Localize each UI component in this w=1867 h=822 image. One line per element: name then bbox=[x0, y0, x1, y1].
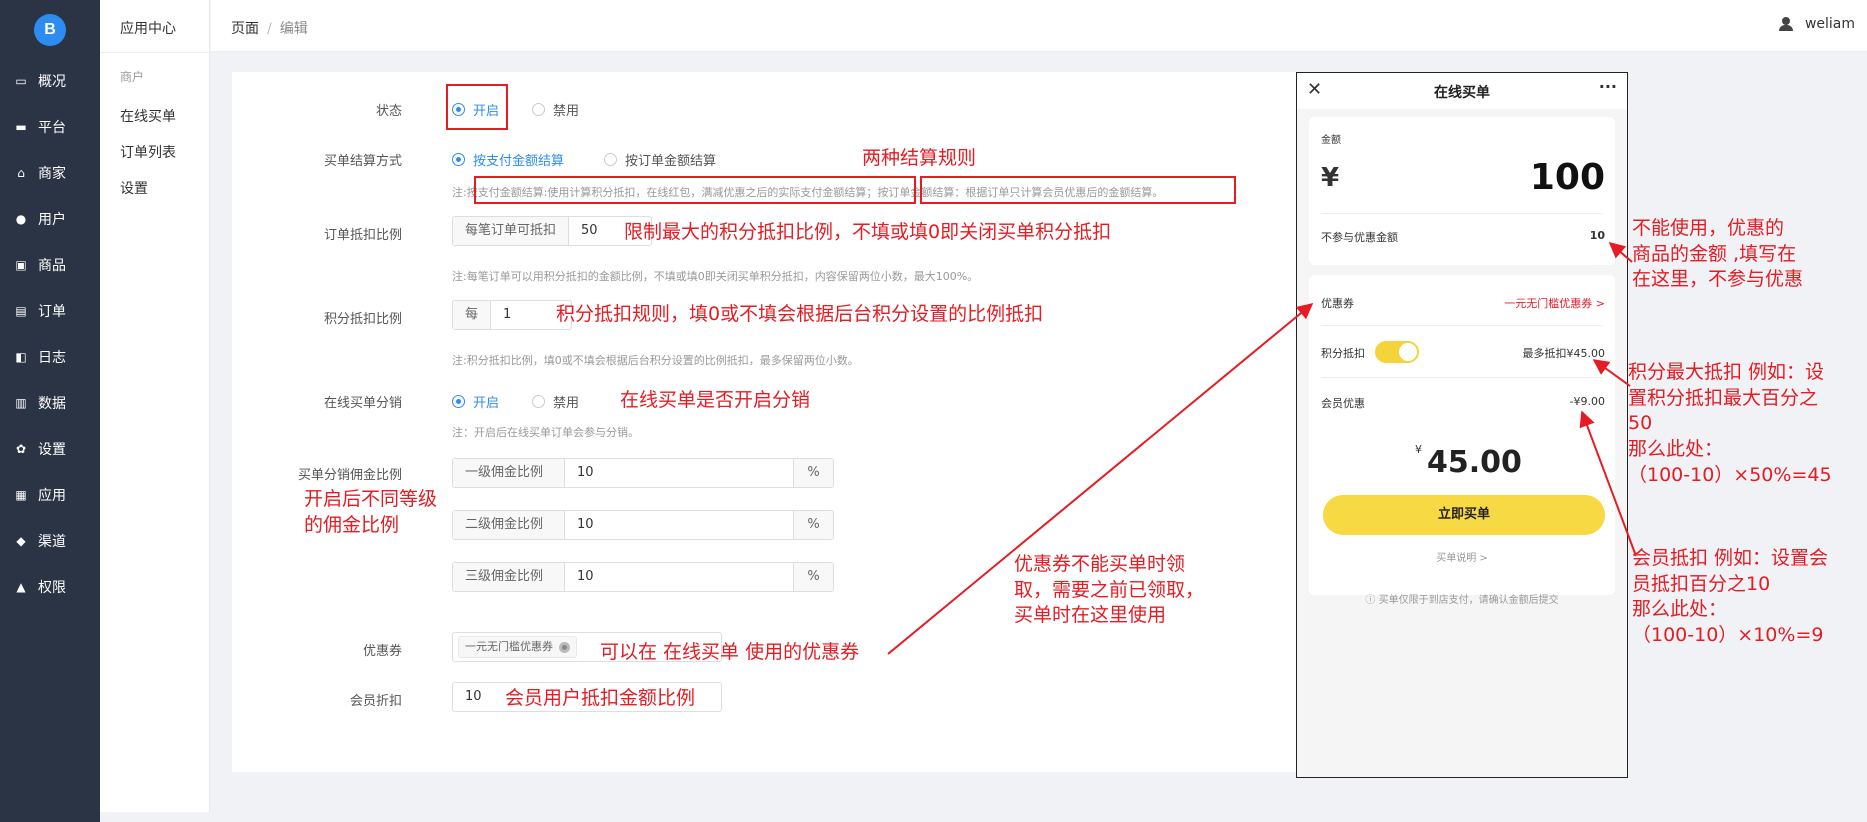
annotation-max-ratio: 限制最大的积分抵扣比例，不填或填0即关闭买单积分抵扣 bbox=[624, 221, 1112, 243]
annotation-coupon-note-line1: 优惠券不能买单时领 bbox=[1014, 553, 1186, 575]
annotation-points-max-line4: 那么此处： bbox=[1628, 437, 1724, 460]
arrow-points bbox=[1592, 359, 1631, 387]
annotation-coupon-note-line3: 买单时在这里使用 bbox=[1014, 604, 1167, 627]
annotation-member-example-line1: 会员抵扣 例如：设置会 bbox=[1632, 547, 1829, 569]
annotation-levels: 开启后不同等级 的佣金比例 bbox=[304, 487, 437, 538]
annotation-two-rules: 两种结算规则 bbox=[862, 147, 977, 169]
arrow-exclude bbox=[1608, 241, 1633, 263]
annotation-levels-line1: 开启后不同等级 bbox=[304, 488, 438, 510]
annotation-exclude: 不能使用，优惠的 商品的金额 ,填写在 在这里，不参与优惠 bbox=[1632, 216, 1803, 293]
annotation-points-max-line2: 置积分抵扣最大百分之 bbox=[1628, 386, 1819, 409]
annotation-points-rule: 积分抵扣规则，填0或不填会根据后台积分设置的比例抵扣 bbox=[556, 303, 1044, 325]
annotation-exclude-line1: 不能使用，优惠的 bbox=[1632, 217, 1785, 239]
annotation-exclude-line2: 商品的金额 ,填写在 bbox=[1632, 242, 1797, 265]
annotation-points-max: 积分最大抵扣 例如：设 置积分抵扣最大百分之 50 那么此处： （100-10）×50%… bbox=[1628, 360, 1832, 488]
annotation-member-example-line2: 员抵扣百分之10 bbox=[1632, 572, 1771, 595]
annotation-distribution: 在线买单是否开启分销 bbox=[620, 389, 811, 411]
annotation-coupon-use: 可以在 在线买单 使用的优惠券 bbox=[600, 641, 860, 663]
annotation-member-ratio: 会员用户抵扣金额比例 bbox=[505, 687, 696, 709]
annotation-coupon-note-line2: 取，需要之前已领取， bbox=[1014, 578, 1205, 601]
annotation-arrows bbox=[887, 241, 1637, 655]
annotation-member-example: 会员抵扣 例如：设置会 员抵扣百分之10 那么此处： （100-10）×10%=9 bbox=[1632, 546, 1828, 649]
annotation-points-max-line1: 积分最大抵扣 例如：设 bbox=[1628, 361, 1825, 383]
annotation-exclude-line3: 在这里，不参与优惠 bbox=[1632, 268, 1804, 291]
annotation-points-max-line5: （100-10）×50%=45 bbox=[1628, 463, 1832, 486]
annotation-member-example-line3: 那么此处： bbox=[1632, 598, 1728, 621]
annotation-coupon-note: 优惠券不能买单时领 取，需要之前已领取， 买单时在这里使用 bbox=[1014, 552, 1204, 629]
annotation-levels-line2: 的佣金比例 bbox=[304, 513, 400, 536]
annotation-points-max-line3: 50 bbox=[1628, 412, 1653, 435]
annotation-member-example-line4: （100-10）×10%=9 bbox=[1632, 623, 1824, 646]
